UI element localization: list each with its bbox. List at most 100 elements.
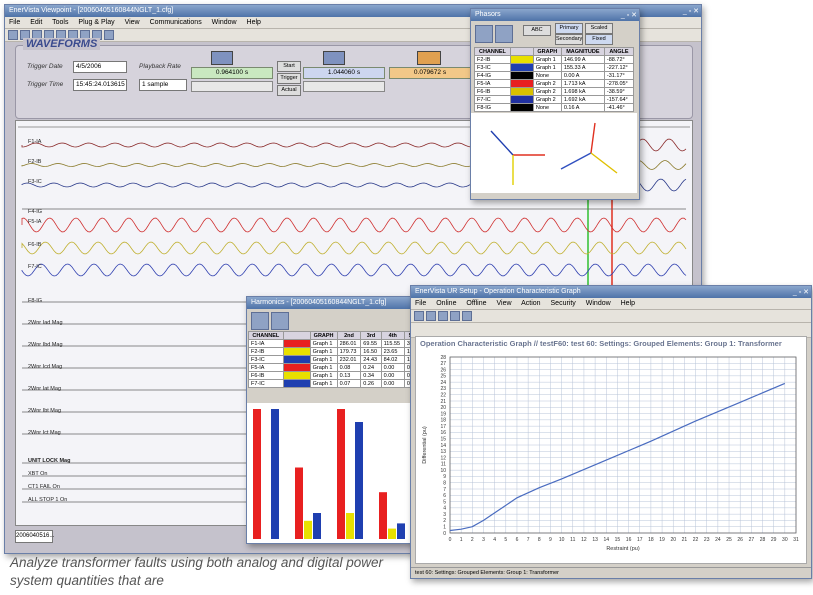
- window-controls[interactable]: _ ▫ ✕: [683, 6, 699, 17]
- harmonic-compare-icon[interactable]: [271, 312, 289, 330]
- menu-online[interactable]: Online: [436, 300, 456, 307]
- x-tick-label: 5: [504, 537, 507, 543]
- channel-label: F7-IC: [28, 264, 42, 270]
- file-tab[interactable]: 2006040516...: [15, 530, 54, 543]
- toolbar-print-icon[interactable]: [450, 311, 460, 321]
- menu-tools[interactable]: Tools: [52, 19, 68, 26]
- actual-button[interactable]: Actual: [277, 85, 301, 96]
- y-tick-label: 14: [440, 443, 446, 449]
- menu-plug-play[interactable]: Plug & Play: [78, 19, 114, 26]
- color-swatch: [509, 95, 534, 104]
- y-tick-label: 21: [440, 399, 446, 405]
- menu-security[interactable]: Security: [551, 300, 576, 307]
- y-tick-label: 12: [440, 455, 446, 461]
- harmonic-bar: [355, 422, 363, 539]
- menu-view[interactable]: View: [125, 19, 140, 26]
- table-row[interactable]: F4-IG None 0.00 A -31.17°: [474, 71, 635, 80]
- menu-file[interactable]: File: [9, 19, 20, 26]
- phasor-window-titlebar[interactable]: Phasors _ ▫ ✕: [471, 9, 639, 21]
- x-tick-label: 21: [682, 537, 688, 543]
- window-controls[interactable]: _ ▫ ✕: [793, 287, 809, 298]
- menu-window[interactable]: Window: [212, 19, 237, 26]
- menu-edit[interactable]: Edit: [30, 19, 42, 26]
- harmonic-bar: [397, 523, 405, 539]
- table-row[interactable]: F1-IAGraph 1286.0169.55115.5538.1: [248, 339, 423, 348]
- table-row[interactable]: F5-IA Graph 2 1.713 kA -278.05°: [474, 79, 635, 88]
- cursor2-slider[interactable]: [303, 81, 385, 92]
- fixed-button[interactable]: Fixed: [585, 34, 613, 45]
- phasor-compare-icon[interactable]: [495, 25, 513, 43]
- cell-magnitude: 1.713 kA: [560, 79, 605, 88]
- harmonic-window-titlebar[interactable]: Harmonics - [20060405160844NGLT_1.cfg]: [247, 297, 423, 309]
- cell-channel: F3-IC: [474, 63, 511, 72]
- menu-action[interactable]: Action: [521, 300, 540, 307]
- cursor1-slider[interactable]: [191, 81, 273, 92]
- abc-button[interactable]: ABC: [523, 25, 551, 36]
- toolbar-open-icon[interactable]: [426, 311, 436, 321]
- cell-value: 0.00: [380, 379, 405, 388]
- channel-label: F6-IB: [28, 242, 42, 248]
- table-row[interactable]: F6-IBGraph 10.130.340.000.3: [248, 371, 423, 380]
- window-controls[interactable]: _ ▫ ✕: [621, 10, 637, 21]
- channel-label: F2-IB: [28, 159, 42, 165]
- phasor-view-icon[interactable]: [475, 25, 493, 43]
- trigger-button[interactable]: Trigger: [277, 73, 301, 84]
- scaled-button[interactable]: Scaled: [585, 23, 613, 34]
- op-char-titlebar[interactable]: EnerVista UR Setup - Operation Character…: [411, 286, 811, 298]
- toolbar-open-icon[interactable]: [8, 30, 18, 40]
- harmonic-bar: [295, 467, 303, 539]
- toolbar-save-icon[interactable]: [438, 311, 448, 321]
- table-row[interactable]: F8-IG None 0.16 A -41.46°: [474, 103, 635, 112]
- table-row[interactable]: F6-IB Graph 2 1.698 kA -38.59°: [474, 87, 635, 96]
- x-tick-label: 27: [749, 537, 755, 543]
- digital-label: CT1 FAIL On: [28, 484, 60, 490]
- secondary-button[interactable]: Secondary: [555, 34, 583, 45]
- harmonic-bar: [253, 409, 261, 539]
- channel-label: 2Wnr Iad Mag: [28, 320, 63, 326]
- x-tick-label: 23: [704, 537, 710, 543]
- menu-file[interactable]: File: [415, 300, 426, 307]
- playback-rate-select[interactable]: 1 sample: [139, 79, 187, 91]
- table-row[interactable]: F2-IBGraph 1179.7316.5023.6510.0: [248, 347, 423, 356]
- table-row[interactable]: F7-ICGraph 10.070.260.000.3: [248, 379, 423, 388]
- cell-value: 0.24: [360, 363, 382, 372]
- table-row[interactable]: F3-ICGraph 1232.0124.4384.0215.1: [248, 355, 423, 364]
- x-tick-label: 13: [592, 537, 598, 543]
- toolbar-zoom-icon[interactable]: [462, 311, 472, 321]
- table-row[interactable]: F2-IB Graph 1 146.99 A -88.72°: [474, 55, 635, 64]
- menu-communications[interactable]: Communications: [150, 19, 202, 26]
- table-row[interactable]: F5-IAGraph 10.080.240.000.3: [248, 363, 423, 372]
- cell-value: 23.65: [380, 347, 405, 356]
- harmonic-bar-chart: [247, 403, 423, 543]
- table-row[interactable]: F3-IC Graph 1 155.33 A -227.12°: [474, 63, 635, 72]
- cell-value: 0.00: [380, 363, 405, 372]
- start-button[interactable]: Start: [277, 61, 301, 72]
- table-row[interactable]: F7-IC Graph 2 1.692 kA -157.64°: [474, 95, 635, 104]
- trigger-date-field[interactable]: 4/5/2006: [73, 61, 127, 73]
- x-tick-label: 6: [516, 537, 519, 543]
- color-swatch: [282, 355, 311, 364]
- cell-graph: None: [532, 103, 562, 112]
- harmonic-view-icon[interactable]: [251, 312, 269, 330]
- digital-label: XBT On: [28, 471, 48, 477]
- trigger-time-field[interactable]: 15:45:24.013615: [73, 79, 127, 91]
- menu-help[interactable]: Help: [621, 300, 635, 307]
- menu-offline[interactable]: Offline: [466, 300, 486, 307]
- cell-magnitude: 0.16 A: [560, 103, 605, 112]
- y-tick-label: 15: [440, 437, 446, 443]
- y-tick-label: 24: [440, 380, 446, 386]
- menu-view[interactable]: View: [496, 300, 511, 307]
- x-tick-label: 7: [527, 537, 530, 543]
- cell-channel: F8-IG: [474, 103, 511, 112]
- color-swatch: [509, 103, 534, 112]
- menu-help[interactable]: Help: [247, 19, 261, 26]
- cell-graph: Graph 2: [532, 87, 562, 96]
- toolbar-new-icon[interactable]: [414, 311, 424, 321]
- y-tick-label: 22: [440, 393, 446, 399]
- toolbar-search-icon[interactable]: [104, 30, 114, 40]
- cell-angle: -41.46°: [603, 103, 635, 112]
- op-char-window-title: EnerVista UR Setup - Operation Character…: [415, 288, 581, 295]
- primary-button[interactable]: Primary: [555, 23, 583, 34]
- menu-window[interactable]: Window: [586, 300, 611, 307]
- cell-graph: Graph 1: [309, 371, 338, 380]
